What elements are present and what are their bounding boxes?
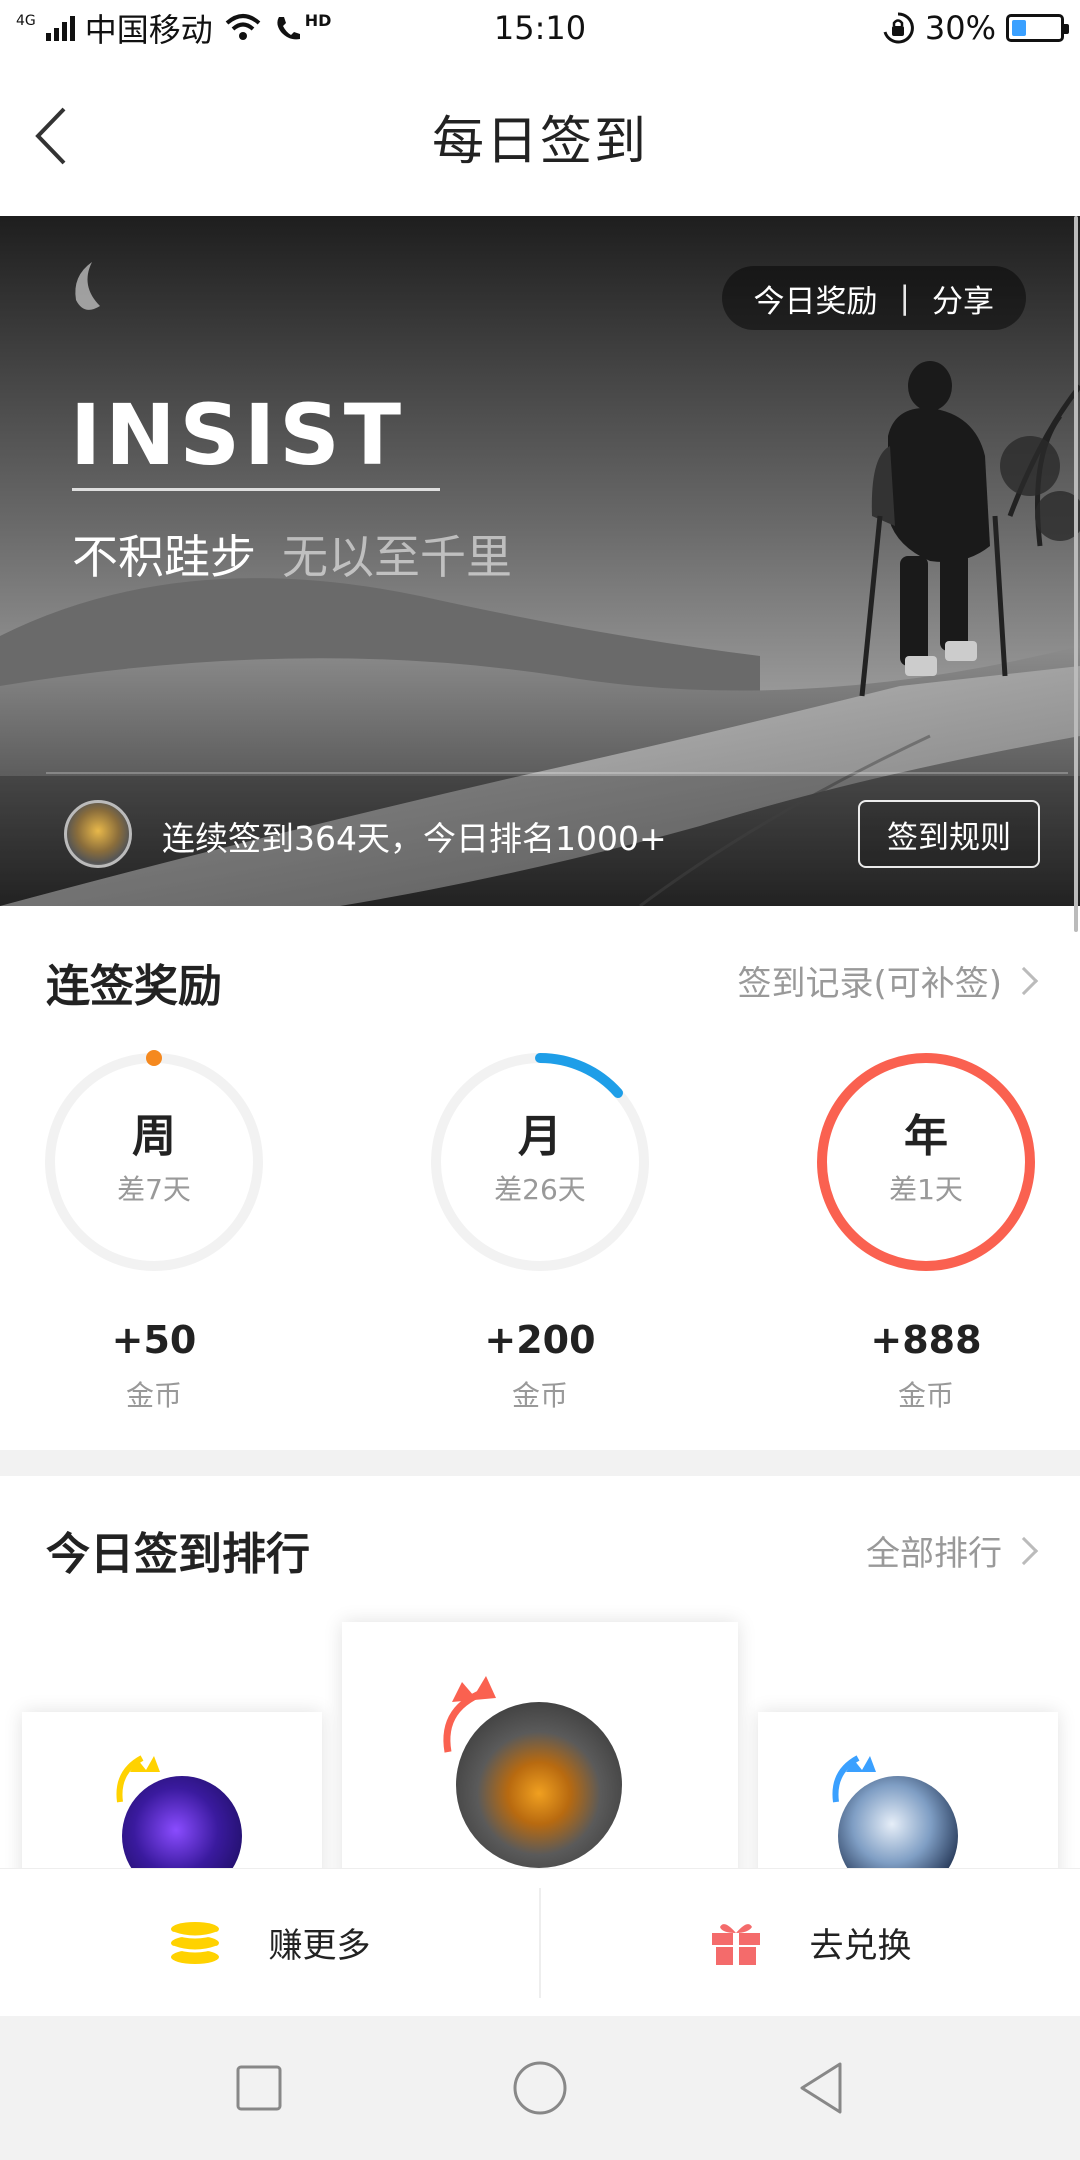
pill-separator: | xyxy=(899,280,910,316)
year-amount: +888 xyxy=(870,1318,982,1362)
month-amount: +200 xyxy=(484,1318,596,1362)
hero-divider xyxy=(46,772,1068,774)
redeem-button[interactable]: 去兑换 xyxy=(541,1869,1080,2016)
progress-ring-week: 周 差7天 xyxy=(42,1050,266,1274)
carrier-name: 中国移动 xyxy=(84,11,213,49)
bottom-action-bar: 赚更多 去兑换 xyxy=(0,1868,1080,2016)
battery-icon xyxy=(1006,14,1069,42)
redeem-label: 去兑换 xyxy=(809,1926,912,1966)
share-link[interactable]: 分享 xyxy=(932,276,994,321)
hero-underline xyxy=(72,488,440,491)
header: 每日签到 xyxy=(0,56,1080,216)
sign-in-rules-button[interactable]: 签到规则 xyxy=(858,800,1040,868)
chevron-right-icon xyxy=(1009,1536,1039,1565)
today-reward-link[interactable]: 今日奖励 xyxy=(754,276,878,321)
month-unit: 金币 xyxy=(511,1379,568,1412)
gift-icon xyxy=(711,1923,760,1965)
section-divider xyxy=(0,1450,1080,1476)
year-period: 年 xyxy=(904,1111,948,1162)
rotation-lock-icon xyxy=(883,12,914,44)
recents-button[interactable] xyxy=(234,2063,284,2113)
week-progress-dot xyxy=(146,1050,162,1066)
hero-action-pill: 今日奖励 | 分享 xyxy=(721,266,1026,330)
month-progress-arc xyxy=(535,1052,623,1098)
back-button[interactable] xyxy=(26,107,76,165)
ranking-title: 今日签到排行 xyxy=(46,1529,310,1580)
signal-icon xyxy=(45,15,75,41)
status-bar: 4G 中国移动 HD 15:10 30% xyxy=(0,0,1080,56)
battery-percent: 30% xyxy=(924,9,996,47)
slogan-bold: 不积跬步 xyxy=(72,530,256,584)
earn-more-button[interactable]: 赚更多 xyxy=(0,1869,539,2016)
slogan-light: 无以至千里 xyxy=(282,530,512,584)
chevron-left-icon xyxy=(35,107,66,165)
status-left: 4G 中国移动 HD xyxy=(16,5,331,51)
scrollbar[interactable] xyxy=(1074,216,1078,932)
progress-ring-month: 月 差26天 xyxy=(428,1050,652,1274)
home-button[interactable] xyxy=(512,2060,568,2116)
week-unit: 金币 xyxy=(125,1379,182,1412)
progress-ring-year: 年 差1天 xyxy=(814,1050,1038,1274)
streak-rewards-title: 连签奖励 xyxy=(46,961,222,1012)
earn-more-label: 赚更多 xyxy=(268,1926,371,1966)
phone-icon xyxy=(277,17,300,40)
back-nav-button[interactable] xyxy=(796,2060,846,2116)
system-nav-bar xyxy=(0,2016,1080,2160)
week-remaining: 差7天 xyxy=(117,1173,191,1206)
week-period: 周 xyxy=(132,1111,176,1162)
year-remaining: 差1天 xyxy=(889,1173,963,1206)
month-remaining: 差26天 xyxy=(494,1173,586,1206)
user-avatar[interactable] xyxy=(64,800,132,868)
status-right: 30% xyxy=(881,9,1069,47)
hero-headline: INSIST xyxy=(70,386,406,484)
reward-month[interactable]: 月 差26天 +200 金币 xyxy=(420,1050,660,1414)
rank-avatar-first xyxy=(456,1702,622,1868)
month-period: 月 xyxy=(518,1111,562,1162)
reward-year[interactable]: 年 差1天 +888 金币 xyxy=(806,1050,1046,1414)
wifi-icon xyxy=(225,14,261,40)
year-unit: 金币 xyxy=(897,1379,954,1412)
battery-level xyxy=(1012,20,1026,36)
coin-stack-icon xyxy=(170,1921,219,1964)
streak-status-text: 连续签到364天，今日排名1000+ xyxy=(162,819,667,858)
network-type: 4G xyxy=(16,13,36,29)
hero-banner: 今日奖励 | 分享 INSIST 不积跬步 无以至千里 连续签到364天，今日排… xyxy=(0,216,1080,906)
all-ranking-label: 全部排行 xyxy=(866,1534,1002,1574)
chevron-right-icon xyxy=(1009,966,1039,995)
all-ranking-link[interactable]: 全部排行 xyxy=(866,1526,1039,1575)
hero-slogan: 不积跬步 无以至千里 xyxy=(72,521,512,587)
reward-week[interactable]: 周 差7天 +50 金币 xyxy=(34,1050,274,1414)
week-amount: +50 xyxy=(111,1318,197,1362)
page-title: 每日签到 xyxy=(431,111,648,172)
sign-in-record-link[interactable]: 签到记录(可补签) xyxy=(737,956,1039,1005)
hd-badge: HD xyxy=(304,11,332,30)
sign-in-record-label: 签到记录(可补签) xyxy=(737,964,1002,1004)
